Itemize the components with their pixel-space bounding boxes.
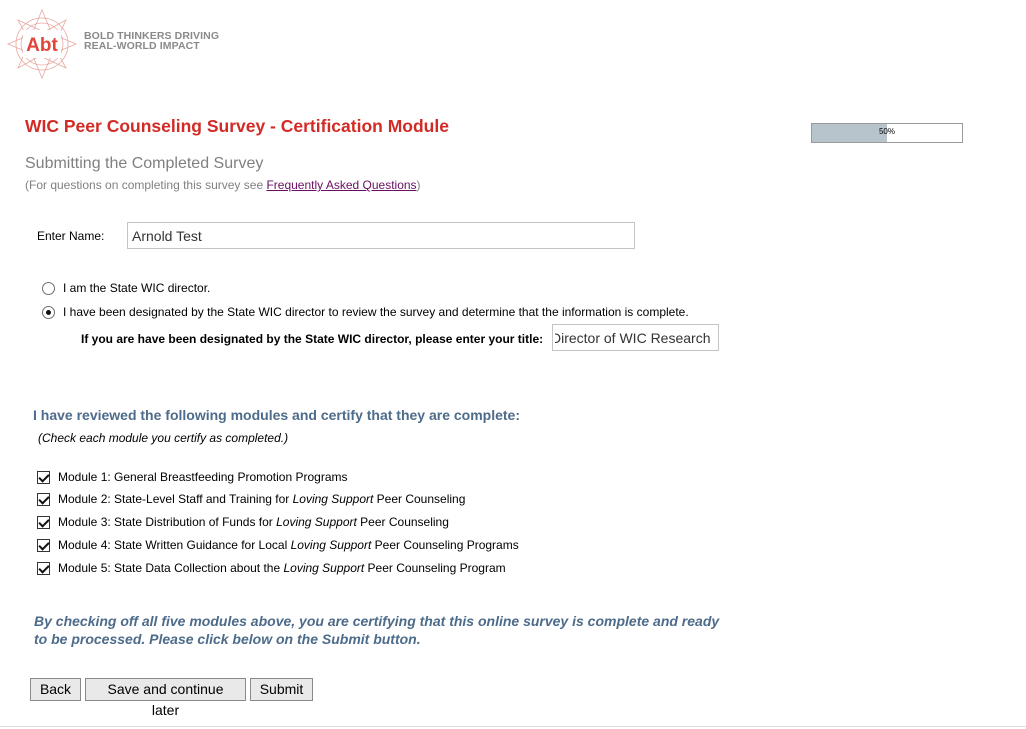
certification-note: (Check each module you certify as comple… xyxy=(38,431,289,445)
section-subtitle: Submitting the Completed Survey xyxy=(25,155,264,172)
brand-tagline: BOLD THINKERS DRIVING REAL-WORLD IMPACT xyxy=(84,31,219,52)
page-title: WIC Peer Counseling Survey - Certificati… xyxy=(25,116,449,136)
module-2-label: Module 2: State-Level Staff and Training… xyxy=(58,492,466,506)
tagline-line-2: REAL-WORLD IMPACT xyxy=(84,40,200,52)
module-4-checkbox[interactable] xyxy=(37,538,50,552)
abt-logo: Abt xyxy=(6,8,78,80)
module-2-row[interactable]: Module 2: State-Level Staff and Training… xyxy=(37,492,465,506)
module-4-label: Module 4: State Written Guidance for Loc… xyxy=(58,538,519,552)
director-radio[interactable] xyxy=(42,281,55,295)
designee-radio[interactable] xyxy=(42,305,55,319)
module-5-checkbox[interactable] xyxy=(37,561,50,575)
module-3-row[interactable]: Module 3: State Distribution of Funds fo… xyxy=(37,515,449,529)
director-radio-label: I am the State WIC director. xyxy=(63,281,211,295)
faq-link[interactable]: Frequently Asked Questions xyxy=(266,178,416,192)
title-input[interactable] xyxy=(552,324,719,351)
module-1-label: Module 1: General Breastfeeding Promotio… xyxy=(58,470,348,484)
module-4-row[interactable]: Module 4: State Written Guidance for Loc… xyxy=(37,538,519,552)
faq-suffix: ) xyxy=(416,178,421,192)
module-5-label: Module 5: State Data Collection about th… xyxy=(58,561,506,575)
role-option-director[interactable]: I am the State WIC director. xyxy=(42,281,210,295)
progress-label: 50% xyxy=(878,127,895,136)
designee-radio-label: I have been designated by the State WIC … xyxy=(63,305,689,319)
logo-text: Abt xyxy=(26,35,58,56)
title-label: If you are have been designated by the S… xyxy=(81,332,544,346)
name-label: Enter Name: xyxy=(37,229,105,243)
submit-button[interactable]: Submit xyxy=(250,678,313,701)
faq-note: (For questions on completing this survey… xyxy=(25,178,421,192)
module-1-row[interactable]: Module 1: General Breastfeeding Promotio… xyxy=(37,470,347,484)
certification-heading: I have reviewed the following modules an… xyxy=(33,407,521,423)
module-5-row[interactable]: Module 5: State Data Collection about th… xyxy=(37,561,506,575)
certification-statement: By checking off all five modules above, … xyxy=(34,613,720,647)
module-3-label: Module 3: State Distribution of Funds fo… xyxy=(58,515,449,529)
faq-prefix: (For questions on completing this survey… xyxy=(25,178,267,192)
module-3-checkbox[interactable] xyxy=(37,515,50,529)
role-option-designee[interactable]: I have been designated by the State WIC … xyxy=(42,305,689,319)
name-input[interactable] xyxy=(127,222,635,249)
module-2-checkbox[interactable] xyxy=(37,492,50,506)
footer-divider xyxy=(0,726,1026,727)
module-1-checkbox[interactable] xyxy=(37,470,50,484)
save-continue-later-button[interactable]: Save and continue later xyxy=(85,678,246,718)
back-button[interactable]: Back xyxy=(30,678,81,701)
progress-bar: 50% xyxy=(811,123,963,143)
